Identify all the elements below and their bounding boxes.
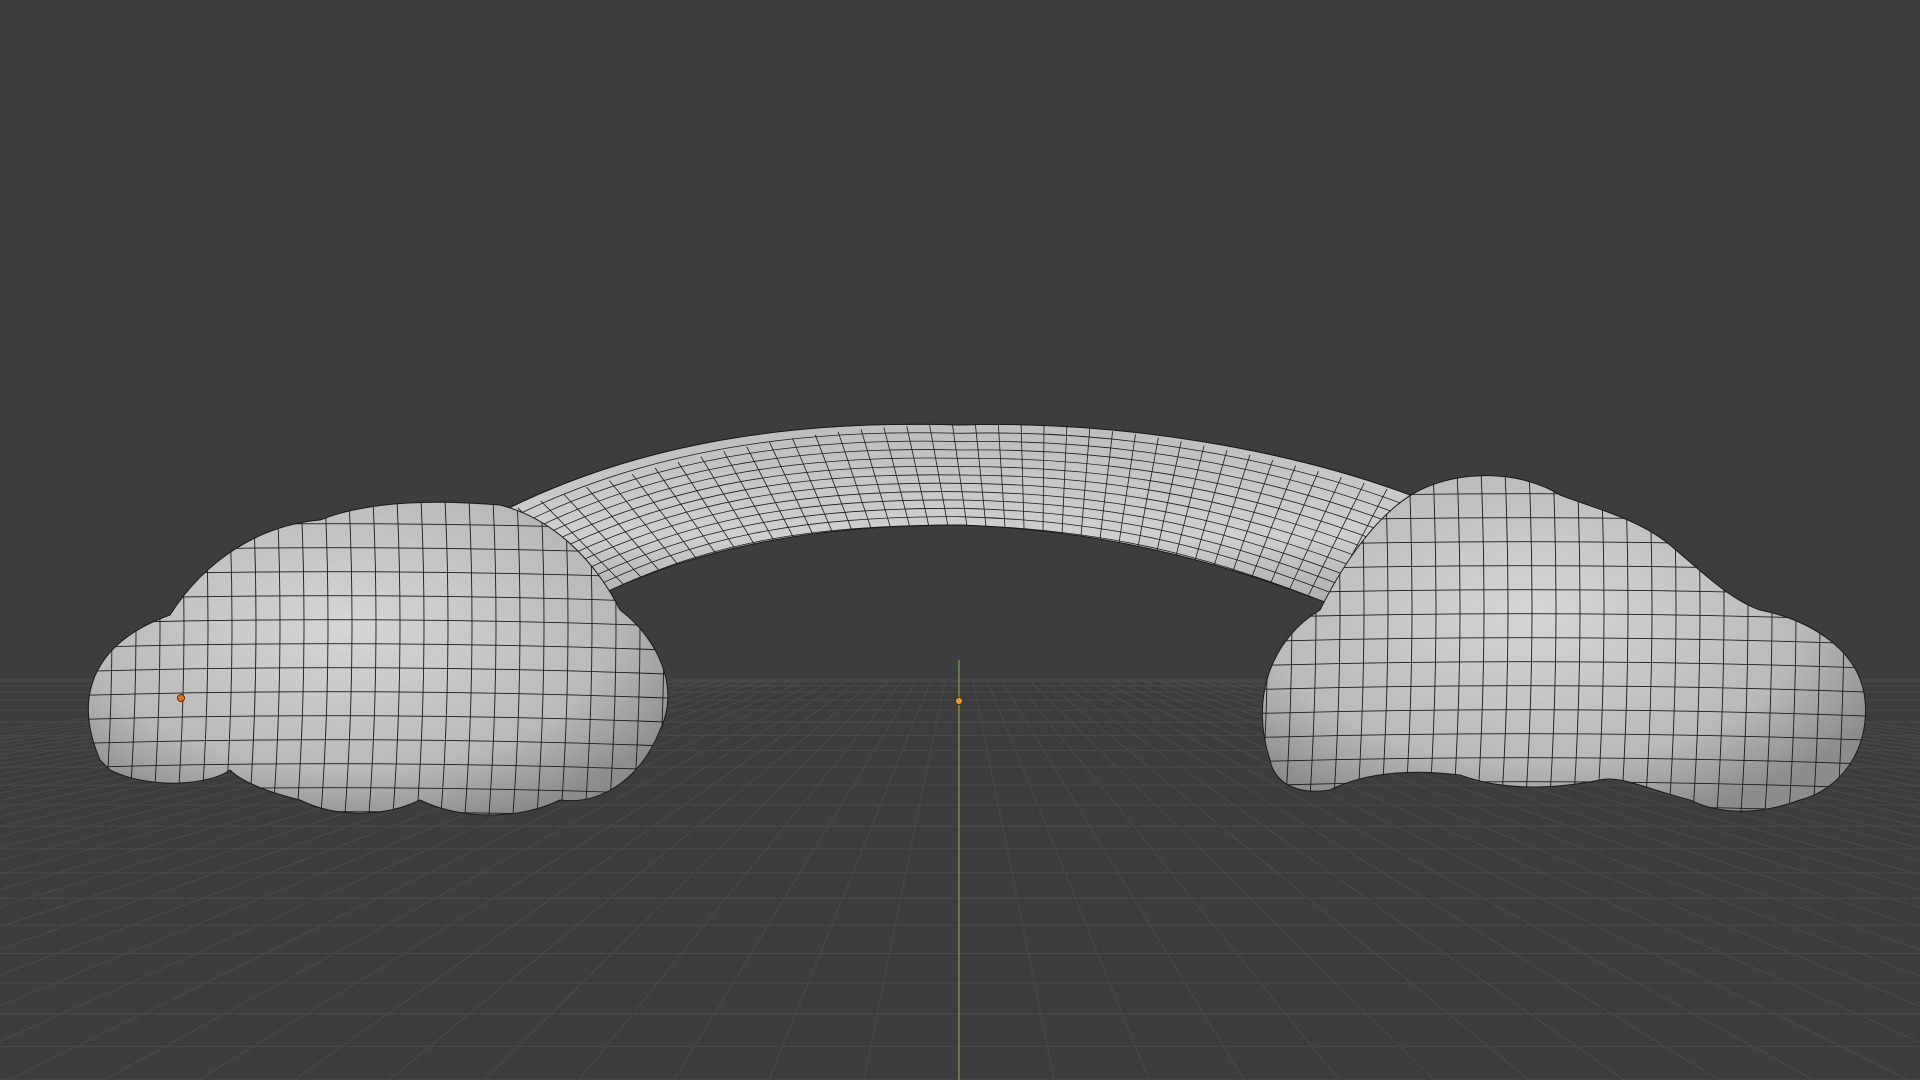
viewport-scene[interactable] — [0, 0, 1920, 1080]
rainbow-arc-mesh[interactable] — [494, 423, 1411, 611]
object-origin-icon[interactable] — [955, 697, 963, 705]
3d-viewport[interactable] — [0, 0, 1920, 1080]
selected-vertex[interactable] — [177, 694, 185, 702]
